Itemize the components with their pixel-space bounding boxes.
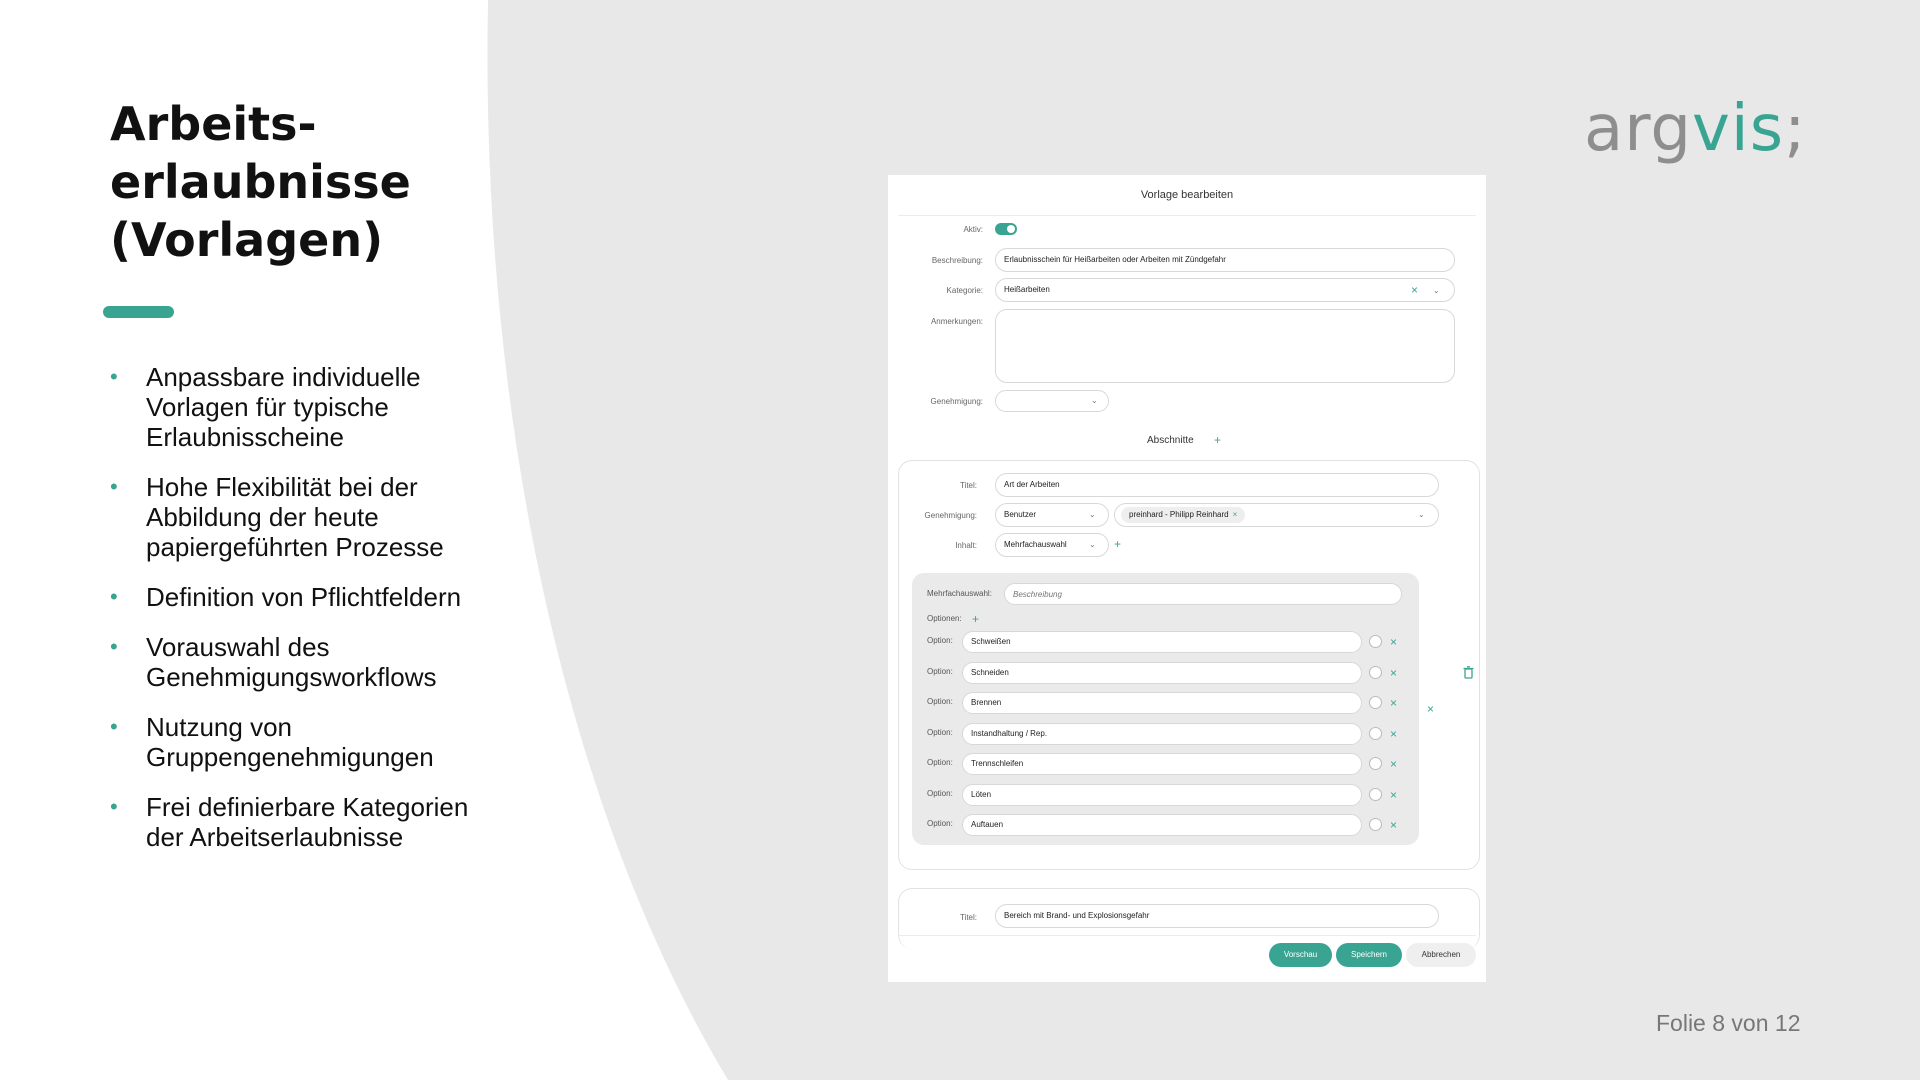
bullet-icon: • — [110, 794, 118, 819]
list-item: • Frei definierbare Kategorien der Arbeit… — [110, 792, 500, 852]
close-icon[interactable]: × — [1390, 728, 1397, 740]
inhalt-label: Inhalt: — [955, 541, 977, 550]
dialog-title: Vorlage bearbeiten — [1140, 189, 1234, 201]
list-item-text: Anpassbare individuelle Vorlagen für typ… — [146, 362, 421, 452]
page-number: Folie 8 von 12 — [1656, 1010, 1801, 1036]
bullet-icon: • — [110, 474, 118, 499]
option-radio[interactable] — [1369, 818, 1382, 831]
close-icon[interactable]: × — [1390, 789, 1397, 801]
chevron-down-icon[interactable]: ⌄ — [1433, 286, 1440, 295]
aktiv-label: Aktiv: — [963, 225, 983, 234]
section-title-input[interactable]: Bereich mit Brand- und Explosionsgefahr — [995, 904, 1439, 928]
approver-chip[interactable]: preinhard - Philipp Reinhard × — [1121, 507, 1246, 523]
option-input[interactable]: Schneiden — [962, 662, 1362, 684]
close-icon[interactable]: × — [1411, 284, 1418, 296]
kategorie-select[interactable]: Heißarbeiten — [995, 278, 1455, 302]
option-label: Option: — [927, 697, 953, 706]
remove-content-icon[interactable]: × — [1427, 703, 1434, 715]
titel-label: Titel: — [959, 481, 977, 490]
list-item: • Definition von Pflichtfeldern — [110, 582, 500, 612]
chevron-down-icon[interactable]: ⌄ — [1418, 510, 1425, 519]
close-icon[interactable]: × — [1390, 667, 1397, 679]
aktiv-toggle[interactable] — [995, 223, 1017, 235]
option-label: Option: — [927, 819, 953, 828]
list-item-text: Vorauswahl des Genehmigungsworkflows — [146, 632, 437, 692]
option-radio[interactable] — [1369, 727, 1382, 740]
option-radio[interactable] — [1369, 696, 1382, 709]
mehrfachauswahl-label: Mehrfachauswahl: — [927, 589, 992, 598]
option-radio[interactable] — [1369, 666, 1382, 679]
slide-title-line: (Vorlagen) — [110, 213, 384, 267]
list-item-text: Definition von Pflichtfeldern — [146, 582, 462, 612]
list-item-text: Nutzung von Gruppengenehmigungen — [146, 712, 434, 772]
option-input[interactable]: Brennen — [962, 692, 1362, 714]
option-input[interactable]: Auftauen — [962, 814, 1362, 836]
trash-icon[interactable] — [1463, 666, 1474, 679]
add-content-icon[interactable]: + — [1114, 538, 1121, 550]
slide-title-line: Arbeits- — [110, 97, 317, 151]
mehrfachauswahl-description-input[interactable] — [1004, 583, 1402, 605]
option-radio[interactable] — [1369, 788, 1382, 801]
logo-part: ; — [1784, 92, 1807, 166]
option-label: Option: — [927, 728, 953, 737]
list-item: • Hohe Flexibilität bei der Abbildung der… — [110, 472, 500, 562]
save-button[interactable]: Speichern — [1336, 943, 1402, 967]
anmerkungen-textarea[interactable] — [995, 309, 1455, 383]
option-label: Option: — [927, 789, 953, 798]
optionen-label: Optionen: — [927, 614, 962, 623]
section-title-input[interactable]: Art der Arbeiten — [995, 473, 1439, 497]
chevron-down-icon[interactable]: ⌄ — [1091, 396, 1098, 405]
list-item: • Anpassbare individuelle Vorlagen für ty… — [110, 362, 500, 452]
title-accent-bar — [103, 306, 174, 318]
template-edit-dialog: Vorlage bearbeiten Aktiv: Beschreibung: … — [888, 175, 1486, 982]
add-section-icon[interactable]: + — [1214, 434, 1221, 446]
option-input[interactable]: Schweißen — [962, 631, 1362, 653]
approver-chip-label: preinhard - Philipp Reinhard — [1129, 510, 1229, 519]
close-icon[interactable]: × — [1233, 510, 1238, 519]
titel-label: Titel: — [959, 913, 977, 922]
preview-button[interactable]: Vorschau — [1269, 943, 1332, 967]
cancel-button[interactable]: Abbrechen — [1406, 943, 1476, 967]
brand-logo: argvis; — [1584, 92, 1807, 166]
slide-title-line: erlaubnisse — [110, 155, 411, 209]
chevron-down-icon[interactable]: ⌄ — [1089, 540, 1096, 549]
option-radio[interactable] — [1369, 635, 1382, 648]
option-label: Option: — [927, 636, 953, 645]
option-input[interactable]: Trennschleifen — [962, 753, 1362, 775]
bullet-icon: • — [110, 634, 118, 659]
close-icon[interactable]: × — [1390, 758, 1397, 770]
slide-title: Arbeits- erlaubnisse (Vorlagen) — [110, 95, 411, 269]
logo-part: vis — [1692, 92, 1785, 166]
list-item: • Vorauswahl des Genehmigungsworkflows — [110, 632, 500, 692]
close-icon[interactable]: × — [1390, 636, 1397, 648]
chevron-down-icon[interactable]: ⌄ — [1089, 510, 1096, 519]
divider — [898, 215, 1476, 216]
bullet-icon: • — [110, 714, 118, 739]
option-input[interactable]: Instandhaltung / Rep. — [962, 723, 1362, 745]
list-item: • Nutzung von Gruppengenehmigungen — [110, 712, 500, 772]
divider — [898, 935, 1476, 936]
logo-part: arg — [1584, 92, 1693, 166]
add-option-icon[interactable]: + — [972, 613, 979, 625]
option-label: Option: — [927, 758, 953, 767]
option-radio[interactable] — [1369, 757, 1382, 770]
close-icon[interactable]: × — [1390, 697, 1397, 709]
list-item-text: Hohe Flexibilität bei der Abbildung der … — [146, 472, 444, 562]
bullet-icon: • — [110, 584, 118, 609]
bullet-icon: • — [110, 364, 118, 389]
genehmigung-label: Genehmigung: — [930, 397, 983, 406]
beschreibung-input[interactable]: Erlaubnisschein für Heißarbeiten oder Ar… — [995, 248, 1455, 272]
option-input[interactable]: Löten — [962, 784, 1362, 806]
abschnitte-heading: Abschnitte — [1147, 435, 1194, 446]
multiple-choice-editor: Mehrfachauswahl: Optionen: + Option: Sch… — [912, 573, 1419, 845]
kategorie-label: Kategorie: — [946, 286, 983, 295]
close-icon[interactable]: × — [1390, 819, 1397, 831]
feature-list: • Anpassbare individuelle Vorlagen für ty… — [110, 362, 500, 872]
option-label: Option: — [927, 667, 953, 676]
section-genehmigung-label: Genehmigung: — [924, 511, 977, 520]
list-item-text: Frei definierbare Kategorien der Arbeits… — [146, 792, 469, 852]
anmerkungen-label: Anmerkungen: — [930, 317, 983, 326]
beschreibung-label: Beschreibung: — [931, 256, 983, 265]
